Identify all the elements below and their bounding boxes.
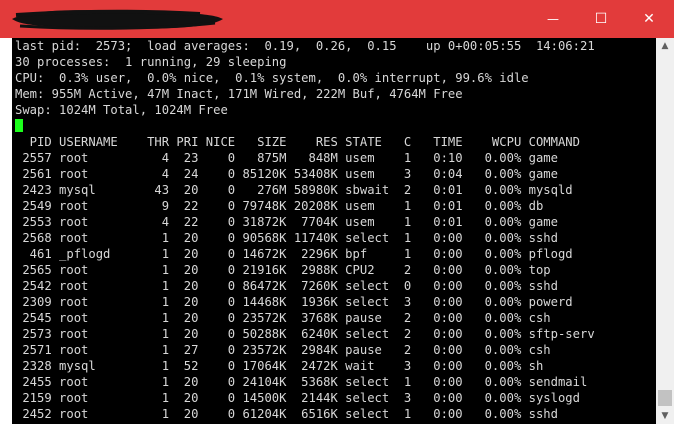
close-button[interactable]: ✕ xyxy=(626,0,672,38)
process-row: 2309 root 1 20 0 14468K 1936K select 3 0… xyxy=(15,295,573,309)
process-row: 2571 root 1 27 0 23572K 2984K pause 2 0:… xyxy=(15,343,551,357)
vertical-scrollbar[interactable]: ▲ ▼ xyxy=(656,38,674,424)
process-row: 2542 root 1 20 0 86472K 7260K select 0 0… xyxy=(15,279,558,293)
process-table-header: PID USERNAME THR PRI NICE SIZE RES STATE… xyxy=(15,135,580,149)
process-row: 2328 mysql 1 52 0 17064K 2472K wait 3 0:… xyxy=(15,359,544,373)
process-row: 2553 root 4 22 0 31872K 7704K usem 1 0:0… xyxy=(15,215,558,229)
process-row: 461 _pflogd 1 20 0 14672K 2296K bpf 1 0:… xyxy=(15,247,573,261)
minimize-button[interactable]: — xyxy=(530,0,576,38)
process-row: 2159 root 1 20 0 14500K 2144K select 3 0… xyxy=(15,391,580,405)
process-row: 2545 root 1 20 0 23572K 3768K pause 2 0:… xyxy=(15,311,551,325)
summary-load-line: last pid: 2573; load averages: 0.19, 0.2… xyxy=(15,39,595,53)
scroll-down-button[interactable]: ▼ xyxy=(656,408,674,424)
maximize-icon: ☐ xyxy=(594,11,608,27)
process-row: 2455 root 1 20 0 24104K 5368K select 1 0… xyxy=(15,375,588,389)
summary-swap-line: Swap: 1024M Total, 1024M Free xyxy=(15,103,228,117)
minimize-icon: — xyxy=(547,12,559,26)
summary-cpu-line: CPU: 0.3% user, 0.0% nice, 0.1% system, … xyxy=(15,71,529,85)
maximize-button[interactable]: ☐ xyxy=(578,0,624,38)
process-row: 2573 root 1 20 0 50288K 6240K select 2 0… xyxy=(15,327,595,341)
process-row: 2549 root 9 22 0 79748K 20208K usem 1 0:… xyxy=(15,199,544,213)
redacted-title-scribble xyxy=(12,9,223,30)
process-row: 2557 root 4 23 0 875M 848M usem 1 0:10 0… xyxy=(15,151,558,165)
scroll-down-icon: ▼ xyxy=(661,411,669,421)
process-row: 2561 root 4 24 0 85120K 53408K usem 3 0:… xyxy=(15,167,558,181)
scroll-up-icon: ▲ xyxy=(661,41,669,51)
close-icon: ✕ xyxy=(643,11,655,27)
summary-processes-line: 30 processes: 1 running, 29 sleeping xyxy=(15,55,287,69)
scroll-up-button[interactable]: ▲ xyxy=(656,38,674,54)
process-row: 2423 mysql 43 20 0 276M 58980K sbwait 2 … xyxy=(15,183,573,197)
terminal-cursor xyxy=(15,119,23,132)
terminal-output[interactable]: last pid: 2573; load averages: 0.19, 0.2… xyxy=(12,38,656,424)
summary-mem-line: Mem: 955M Active, 47M Inact, 171M Wired,… xyxy=(15,87,463,101)
process-row: 2565 root 1 20 0 21916K 2988K CPU2 2 0:0… xyxy=(15,263,551,277)
window-titlebar[interactable]: — ☐ ✕ xyxy=(0,0,674,38)
process-row: 2452 root 1 20 0 61204K 6516K select 1 0… xyxy=(15,407,558,421)
scroll-thumb[interactable] xyxy=(658,390,672,406)
process-row: 2568 root 1 20 0 90568K 11740K select 1 … xyxy=(15,231,558,245)
